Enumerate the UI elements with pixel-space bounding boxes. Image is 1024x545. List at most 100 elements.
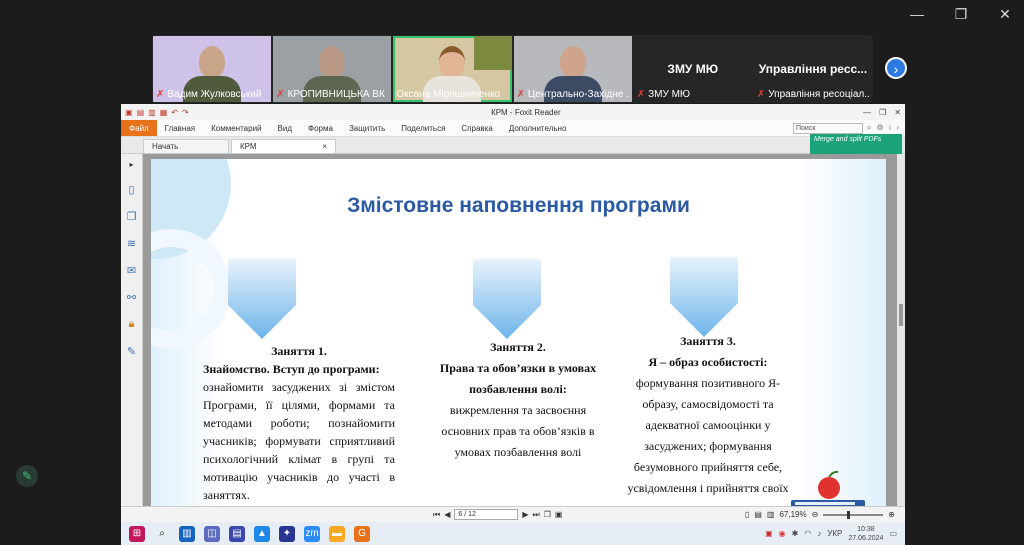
explorer-icon[interactable]: ▬ (329, 525, 345, 542)
save-icon[interactable]: ▥ (148, 108, 156, 117)
copy-icon[interactable]: ❐ (544, 510, 551, 519)
document-view[interactable]: Змістовне наповнення програми Заняття 1.… (143, 154, 905, 506)
menu-extra[interactable]: Дополнительно (501, 124, 575, 133)
bluetooth-icon[interactable]: ✱ (792, 529, 799, 538)
menu-share[interactable]: Поделиться (393, 124, 453, 133)
expand-icon[interactable]: ▸ (129, 160, 133, 169)
notifications-icon[interactable]: ▭ (889, 529, 897, 538)
continuous-icon[interactable]: ▤ (754, 510, 762, 519)
pages-view-icon[interactable]: ▣ (555, 510, 563, 519)
settings-icon[interactable]: ⚙ (876, 123, 883, 133)
participant-tile[interactable]: ✗ КРОПИВНИЦЬКА ВК ... (273, 36, 392, 102)
foxit-icon[interactable]: G (354, 525, 370, 542)
save-app-icon[interactable]: ▤ (229, 525, 245, 542)
participant-tile[interactable]: ✗ Вадим Жулковський (153, 36, 272, 102)
menu-protect[interactable]: Защитить (341, 124, 393, 133)
wifi-icon[interactable]: ◠ (804, 529, 811, 538)
foxit-window: ▣ ▤ ▥ ▦ ↶ ↷ КРМ - Foxit Reader — ❐ ✕ Фай… (121, 104, 905, 522)
menu-file[interactable]: Файл (121, 120, 157, 136)
participant-tile[interactable]: ЗМУ МЮ ✗ ЗМУ МЮ (633, 36, 752, 102)
close-icon[interactable]: ✕ (894, 108, 901, 117)
app-icon[interactable]: ✦ (279, 525, 295, 542)
attachment-icon[interactable]: ⚯ (127, 291, 136, 304)
menu-view[interactable]: Вид (270, 124, 300, 133)
slide-title: Змістовне наповнення програми (347, 194, 690, 217)
back-icon[interactable]: ‹ (889, 123, 892, 133)
slide-page: Змістовне наповнення програми Заняття 1.… (151, 159, 886, 506)
comments-icon[interactable]: ✉ (127, 264, 136, 277)
lesson-3: Заняття 3. Я – образ особистості: формув… (627, 334, 789, 495)
prev-page-icon[interactable]: ◀ (444, 510, 450, 519)
page-number-field[interactable]: 6 / 12 (454, 509, 519, 520)
search-icon[interactable]: ⌕ (154, 526, 170, 542)
next-page-icon[interactable]: ▶ (522, 510, 528, 519)
open-icon[interactable]: ▤ (137, 108, 145, 117)
zoom-controls: ▯ ▤ ▥ 67,19% ⊖ ⊕ (745, 510, 895, 519)
undo-icon[interactable]: ↶ (171, 108, 178, 117)
minimize-icon[interactable]: — (908, 6, 926, 23)
layers-icon[interactable]: ≋ (127, 237, 136, 250)
menu-comment[interactable]: Комментарий (203, 124, 269, 133)
redo-icon[interactable]: ↷ (182, 108, 189, 117)
participant-tile[interactable]: Управління ресс... ✗ Управління ресоціал.… (753, 36, 873, 102)
mic-off-icon: ✗ (636, 89, 646, 100)
pages-icon[interactable]: ❐ (127, 210, 137, 223)
forward-icon[interactable]: › (896, 123, 899, 133)
zoom-icon[interactable]: zm (304, 525, 320, 542)
last-page-icon[interactable]: ⏭ (533, 510, 540, 520)
foxit-window-controls: — ❐ ✕ (863, 108, 901, 117)
menu-home[interactable]: Главная (157, 124, 203, 133)
system-tray: ▣ ◉ ✱ ◠ ♪ УКР 10:38 27.06.2024 ▭ (765, 525, 897, 543)
language-indicator[interactable]: УКР (827, 529, 842, 538)
next-participants-button[interactable]: › (885, 57, 907, 79)
vertical-scrollbar[interactable] (897, 154, 905, 506)
quick-access-toolbar: ▣ ▤ ▥ ▦ ↶ ↷ (125, 108, 189, 117)
search-icon[interactable]: ⌕ (867, 123, 871, 133)
search-input[interactable]: Поиск (793, 122, 863, 134)
arrow-down-icon (473, 259, 541, 339)
app-logo-icon: ▣ (125, 107, 133, 117)
participant-name: Центрально-Західне ... (527, 89, 629, 100)
first-page-icon[interactable]: ⏮ (433, 510, 440, 520)
tab-start[interactable]: Начать (143, 139, 229, 153)
zoom-level[interactable]: 67,19% (779, 510, 806, 519)
bookmark-icon[interactable]: ▯ (128, 183, 134, 196)
pdf-icon[interactable]: ▣ (765, 529, 773, 538)
tab-document[interactable]: КРМ × (231, 139, 336, 153)
menu-form[interactable]: Форма (300, 124, 341, 133)
chevron-right-icon: › (893, 61, 899, 77)
zoom-slider[interactable] (823, 510, 884, 519)
minimize-icon[interactable]: — (863, 108, 871, 117)
start-icon[interactable]: ⊞ (129, 525, 145, 542)
mic-off-icon: ✗ (276, 89, 285, 100)
zoom-out-icon[interactable]: ⊖ (812, 510, 819, 519)
zoom-in-icon[interactable]: ⊕ (888, 510, 895, 519)
participant-name: Оксана Мірошниченко (396, 89, 501, 100)
navigation-sidebar: ▸ ▯ ❐ ≋ ✉ ⚯ 🔒︎ ✎ (121, 154, 143, 506)
restore-icon[interactable]: ❐ (952, 6, 970, 23)
menu-help[interactable]: Справка (453, 124, 500, 133)
task-view-icon[interactable]: ▥ (179, 525, 195, 542)
participant-tile-active[interactable]: Оксана Мірошниченко (393, 36, 512, 102)
single-page-icon[interactable]: ▯ (745, 510, 749, 519)
pencil-icon: ✎ (21, 469, 33, 483)
signature-icon[interactable]: ✎ (127, 345, 136, 358)
clock[interactable]: 10:38 27.06.2024 (848, 525, 883, 543)
participant-tile[interactable]: ✗ Центрально-Західне ... (513, 36, 632, 102)
participant-name: Управління ресоціал... (768, 89, 870, 100)
restore-icon[interactable]: ❐ (879, 108, 886, 117)
close-tab-icon[interactable]: × (322, 140, 327, 153)
participant-strip: ✗ Вадим Жулковський ✗ КРОПИВНИЦЬКА ВК ... … (152, 35, 873, 103)
drive-icon[interactable]: ▲ (254, 525, 270, 542)
print-icon[interactable]: ▦ (160, 108, 168, 117)
chrome-icon[interactable]: ◉ (779, 529, 786, 538)
annotate-button[interactable]: ✎ (16, 465, 38, 487)
volume-icon[interactable]: ♪ (817, 529, 821, 538)
facing-icon[interactable]: ▥ (767, 510, 775, 519)
mic-off-icon: ✗ (156, 89, 165, 100)
teams-icon[interactable]: ◫ (204, 525, 220, 542)
participant-name: Вадим Жулковський (167, 89, 262, 100)
merge-banner[interactable]: Merge and split PDFs (810, 134, 902, 154)
close-icon[interactable]: ✕ (996, 6, 1014, 23)
lock-icon[interactable]: 🔒︎ (129, 318, 135, 331)
